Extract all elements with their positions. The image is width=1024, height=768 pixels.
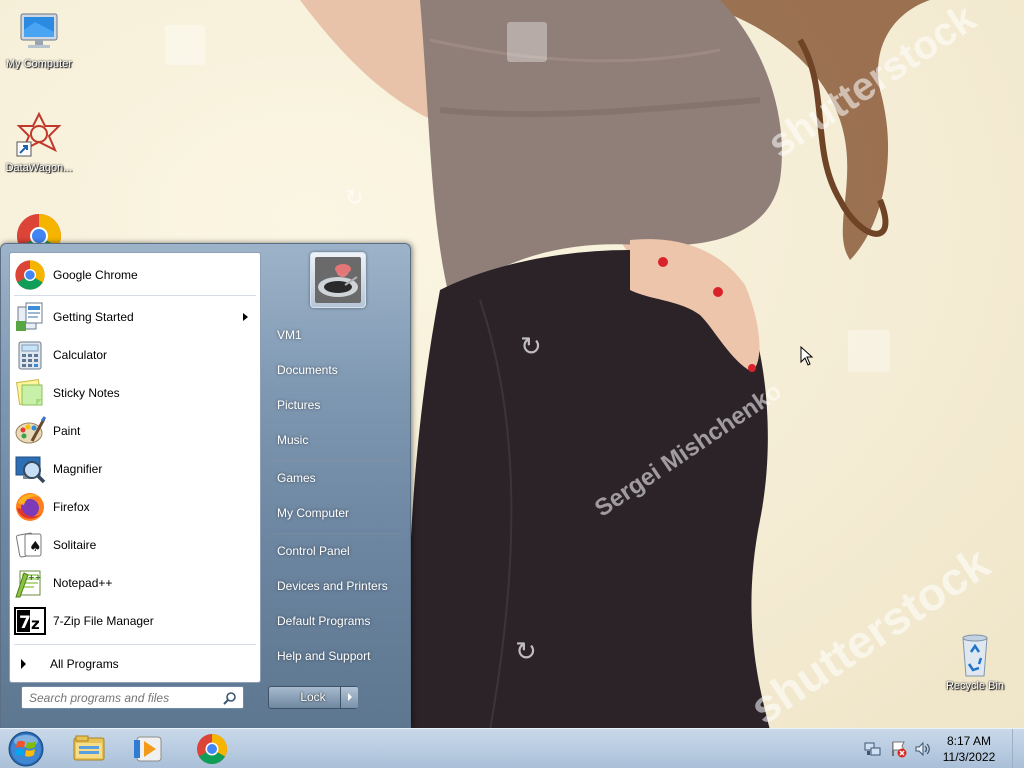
separator <box>273 460 401 461</box>
taskbar-clock[interactable]: 8:17 AM 11/3/2022 <box>932 733 1006 765</box>
start-item-label: Firefox <box>53 500 90 514</box>
arrow-right-icon <box>21 659 26 669</box>
svg-text:↻: ↻ <box>515 637 537 667</box>
taskbar: 8:17 AM 11/3/2022 <box>0 728 1024 768</box>
start-link-music[interactable]: Music <box>269 425 405 455</box>
start-menu-places-pane: VM1 Documents Pictures Music Games My Co… <box>263 244 411 730</box>
clock-date: 11/3/2022 <box>942 750 996 764</box>
desktop-icon-label: DataWagon... <box>5 162 73 174</box>
start-item-label: Magnifier <box>53 462 103 476</box>
media-player-icon <box>134 736 162 762</box>
separator <box>14 644 256 645</box>
start-search-input[interactable] <box>22 687 212 708</box>
start-menu-programs-pane: Google Chrome Getting Started Calculator… <box>9 252 261 683</box>
svg-text:7: 7 <box>19 613 31 633</box>
start-item-google-chrome[interactable]: Google Chrome <box>10 257 260 293</box>
notepadpp-icon: ++ <box>14 567 46 599</box>
start-link-default-programs[interactable]: Default Programs <box>269 606 405 636</box>
recycle-bin-icon <box>951 630 999 678</box>
getting-started-icon <box>14 301 46 333</box>
start-item-sticky-notes[interactable]: Sticky Notes <box>10 375 260 411</box>
separator <box>14 295 256 296</box>
svg-text:z: z <box>31 615 40 633</box>
desktop-icon-recycle-bin[interactable]: Recycle Bin <box>935 630 1015 692</box>
clock-time: 8:17 AM <box>946 734 992 748</box>
start-item-magnifier[interactable]: Magnifier <box>10 451 260 487</box>
search-icon[interactable] <box>223 691 237 705</box>
start-item-label: Calculator <box>53 348 108 362</box>
start-link-control-panel[interactable]: Control Panel <box>269 536 405 566</box>
start-item-label: 7-Zip File Manager <box>53 614 154 628</box>
calculator-icon <box>14 339 46 371</box>
magnifier-icon <box>14 453 46 485</box>
windows-explorer-icon <box>73 735 105 761</box>
mouse-cursor-icon <box>800 346 814 366</box>
user-avatar[interactable] <box>310 252 366 308</box>
7zip-icon: 7 z <box>14 605 46 637</box>
start-link-vm1[interactable]: VM1 <box>269 320 405 350</box>
volume-icon[interactable] <box>914 740 932 758</box>
taskbar-chrome-button[interactable] <box>185 731 239 767</box>
sticky-notes-icon <box>14 377 46 409</box>
datawagon-icon <box>15 111 63 160</box>
start-item-7zip[interactable]: 7 z 7-Zip File Manager <box>10 603 260 639</box>
windows-logo-icon <box>8 731 44 767</box>
desktop-icon-my-computer[interactable]: My Computer <box>0 8 79 70</box>
start-item-label: Sticky Notes <box>53 386 120 400</box>
submenu-arrow-icon <box>243 313 248 321</box>
svg-text:++: ++ <box>28 573 41 582</box>
action-center-icon[interactable] <box>890 740 908 758</box>
paint-icon <box>14 415 47 447</box>
start-item-label: Google Chrome <box>53 268 138 282</box>
start-item-label: Getting Started <box>53 310 134 324</box>
start-item-label: Paint <box>53 424 81 438</box>
start-item-firefox[interactable]: Firefox <box>10 489 260 525</box>
solitaire-icon: ♠ <box>14 529 46 561</box>
desktop-icon-label: Recycle Bin <box>945 680 1005 692</box>
desktop-icon-datawagon[interactable]: DataWagon... <box>0 111 79 174</box>
lock-button[interactable]: Lock <box>268 686 358 709</box>
shutdown-options-arrow[interactable] <box>340 687 358 708</box>
start-item-paint[interactable]: Paint <box>10 413 260 449</box>
firefox-icon <box>14 491 46 523</box>
chrome-icon <box>197 734 228 765</box>
start-link-my-computer[interactable]: My Computer <box>269 498 405 528</box>
chrome-icon <box>14 259 46 291</box>
user-picture <box>315 257 361 303</box>
computer-icon <box>15 8 63 56</box>
start-item-calculator[interactable]: Calculator <box>10 337 260 373</box>
taskbar-explorer-button[interactable] <box>62 731 116 767</box>
start-item-notepadpp[interactable]: ++ Notepad++ <box>10 565 260 601</box>
lock-label: Lock <box>300 690 326 704</box>
system-tray <box>864 729 932 768</box>
taskbar-media-player-button[interactable] <box>122 731 176 767</box>
start-link-pictures[interactable]: Pictures <box>269 390 405 420</box>
separator <box>273 533 401 534</box>
start-search-box[interactable] <box>21 686 244 709</box>
svg-text:↻: ↻ <box>520 332 542 362</box>
all-programs-button[interactable]: All Programs <box>10 648 260 680</box>
network-icon[interactable] <box>864 740 882 758</box>
show-desktop-button[interactable] <box>1012 729 1024 768</box>
start-link-devices-printers[interactable]: Devices and Printers <box>269 571 405 601</box>
start-link-help-support[interactable]: Help and Support <box>269 641 405 671</box>
start-item-solitaire[interactable]: ♠ Solitaire <box>10 527 260 563</box>
start-link-games[interactable]: Games <box>269 463 405 493</box>
start-button[interactable] <box>6 730 46 768</box>
desktop-icon-label: My Computer <box>5 58 73 70</box>
start-item-label: Solitaire <box>53 538 97 552</box>
all-programs-label: All Programs <box>50 657 119 671</box>
svg-text:♠: ♠ <box>29 539 42 555</box>
start-link-documents[interactable]: Documents <box>269 355 405 385</box>
start-item-label: Notepad++ <box>53 576 113 590</box>
start-item-getting-started[interactable]: Getting Started <box>10 299 260 335</box>
svg-text:↻: ↻ <box>345 186 363 211</box>
start-menu: Google Chrome Getting Started Calculator… <box>0 243 411 729</box>
